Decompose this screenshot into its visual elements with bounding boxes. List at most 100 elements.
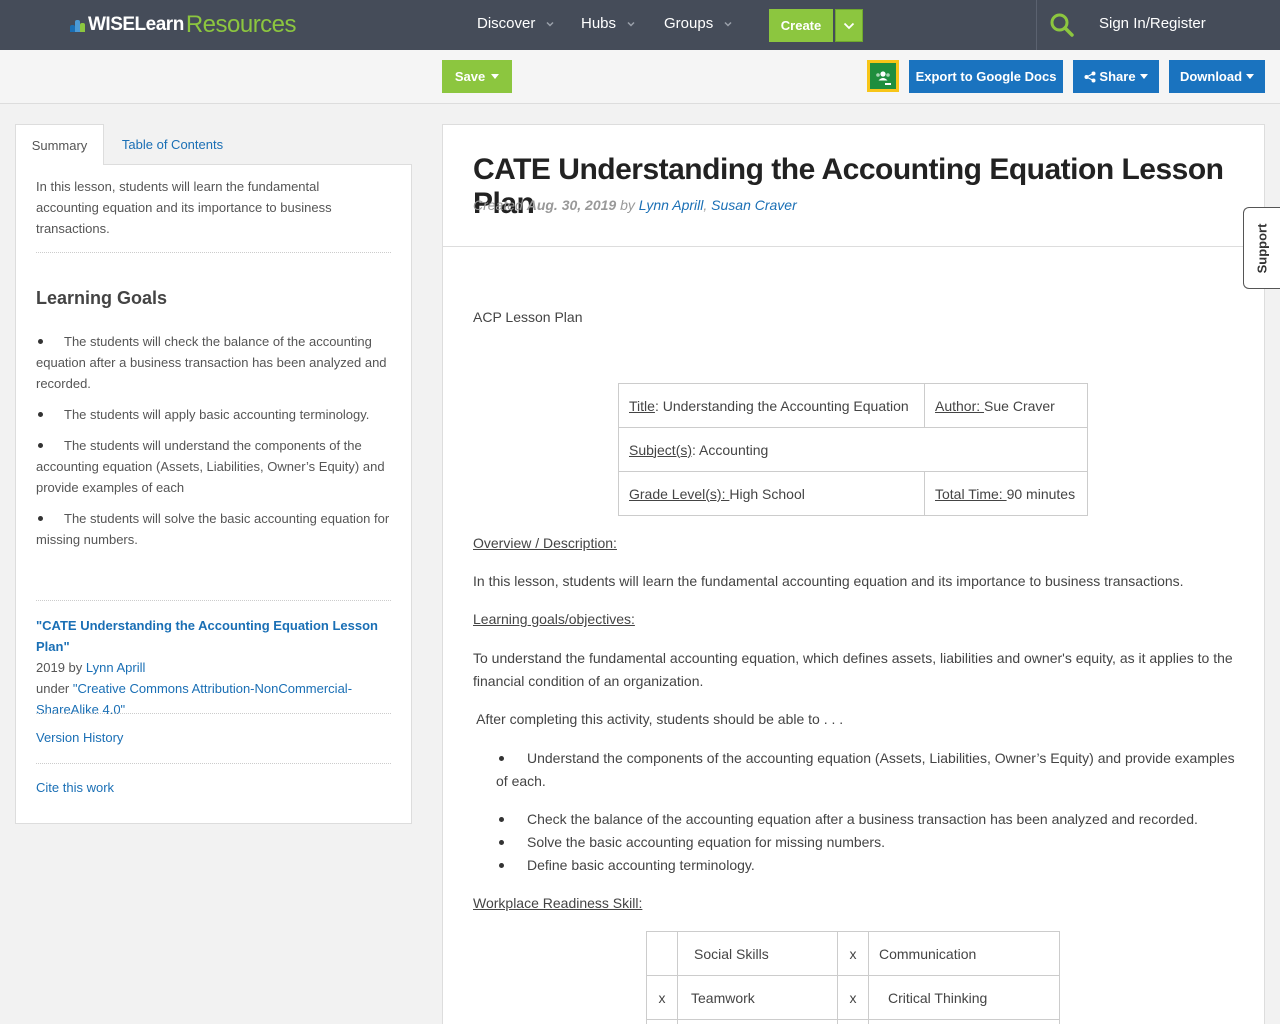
table-row: Grade Level(s): High School Total Time: … (618, 471, 1088, 516)
table-cell (646, 931, 678, 976)
table-cell: x (837, 975, 869, 1020)
goal-text: The students will check the balance of t… (36, 334, 387, 391)
after-text: After completing this activity, students… (473, 711, 844, 727)
author-link[interactable]: Susan Craver (711, 197, 797, 213)
goal-text: The students will apply basic accounting… (64, 407, 370, 422)
attribution-under: under (36, 681, 73, 696)
author-link[interactable]: Lynn Aprill (639, 197, 704, 213)
logo-wiselearn: WISELearn (88, 14, 184, 35)
objective-text: Check the balance of the accounting equa… (527, 811, 1198, 827)
overview-heading: Overview / Description: (473, 535, 617, 551)
nav-divider (1036, 0, 1037, 50)
sidebar-tabs: Summary Table of Contents (15, 124, 412, 165)
license-link[interactable]: "Creative Commons Attribution-NonCommerc… (36, 681, 352, 717)
logo-mark-icon (70, 18, 86, 32)
create-button[interactable]: Create (769, 9, 833, 42)
share-button[interactable]: Share (1073, 60, 1159, 93)
nav-groups[interactable]: Groups (664, 15, 733, 32)
table-cell: Social Skills (677, 931, 838, 976)
subject-value: : Accounting (692, 441, 769, 458)
divider (443, 246, 1264, 247)
bullet-icon (499, 817, 504, 822)
support-tab[interactable]: Support (1243, 207, 1280, 289)
grade-value: High School (729, 485, 805, 502)
tab-table-of-contents[interactable]: Table of Contents (110, 124, 235, 165)
title-value: : Understanding the Accounting Equation (654, 397, 909, 414)
resource-toolbar: Save Export to Google Docs Share Downloa… (0, 50, 1280, 104)
goal-text: The students will understand the compone… (36, 438, 385, 495)
logo-resources: Resources (185, 11, 297, 38)
list-item: Understand the components of the account… (496, 747, 1236, 793)
table-row: x Teamwork x Critical Thinking (646, 975, 1060, 1020)
bullet-icon (499, 863, 504, 868)
title-label: Title (629, 397, 655, 414)
learning-goals-list: The students will check the balance of t… (36, 331, 391, 560)
bullet-icon (38, 516, 43, 521)
lesson-info-table: Title: Understanding the Accounting Equa… (618, 383, 1088, 516)
table-cell: Teamwork (677, 975, 838, 1020)
overview-text: In this lesson, students will learn the … (473, 573, 1184, 589)
signin-link[interactable]: Sign In/Register (1099, 15, 1206, 32)
support-label: Support (1254, 223, 1270, 273)
table-cell (646, 1019, 678, 1024)
divider (36, 252, 391, 253)
cite-work-link[interactable]: Cite this work (36, 780, 114, 795)
objective-text: Define basic accounting terminology. (527, 857, 755, 873)
objectives-list: Understand the components of the account… (496, 747, 1236, 877)
goal-text: The students will solve the basic accoun… (36, 511, 390, 547)
top-navbar: WISELearn Resources Discover Hubs Groups… (0, 0, 1280, 50)
table-cell: Author: Sue Craver (924, 383, 1088, 428)
workplace-heading: Workplace Readiness Skill: (473, 895, 643, 911)
nav-hubs[interactable]: Hubs (581, 15, 636, 32)
goals-text: To understand the fundamental accounting… (473, 650, 1233, 689)
table-row (646, 1019, 1060, 1024)
create-dropdown-button[interactable] (835, 9, 863, 42)
google-classroom-button[interactable] (867, 60, 899, 92)
download-button[interactable]: Download (1169, 60, 1265, 93)
bullet-icon (38, 339, 43, 344)
table-row: Social Skills x Communication (646, 931, 1060, 976)
goals-heading: Learning goals/objectives: (473, 611, 635, 627)
time-value: 90 minutes (1006, 485, 1076, 502)
list-item: The students will understand the compone… (36, 435, 391, 498)
save-label: Save (454, 69, 486, 84)
skills-table: Social Skills x Communication x Teamwork… (646, 931, 1060, 1024)
nav-discover-label: Discover (477, 15, 536, 32)
tab-summary[interactable]: Summary (15, 124, 104, 165)
created-label: Created (473, 197, 523, 213)
nav-discover[interactable]: Discover (477, 15, 555, 32)
attribution-block: "CATE Understanding the Accounting Equat… (36, 615, 391, 720)
nav-hubs-label: Hubs (581, 15, 617, 32)
divider (36, 763, 391, 764)
objective-text: Understand the components of the account… (496, 750, 1235, 789)
chevron-down-icon (546, 21, 554, 27)
by-label: by (620, 197, 635, 213)
google-classroom-icon (870, 63, 896, 89)
objective-text: Solve the basic accounting equation for … (527, 834, 885, 850)
resource-title-link[interactable]: "CATE Understanding the Accounting Equat… (36, 618, 378, 654)
chevron-down-icon (843, 22, 855, 29)
bullet-icon (38, 412, 43, 417)
table-cell: Grade Level(s): High School (618, 471, 925, 516)
table-cell: Total Time: 90 minutes (924, 471, 1088, 516)
export-google-docs-button[interactable]: Export to Google Docs (909, 60, 1063, 93)
caret-down-icon (1246, 74, 1255, 79)
summary-panel: In this lesson, students will learn the … (15, 164, 412, 824)
table-cell: Subject(s): Accounting (618, 427, 1088, 472)
caret-down-icon (1139, 74, 1148, 79)
grade-label: Grade Level(s): (629, 485, 730, 502)
attribution-year: 2019 by (36, 660, 86, 675)
doc-type: ACP Lesson Plan (473, 309, 583, 325)
version-history-link[interactable]: Version History (36, 730, 123, 745)
bullet-icon (38, 443, 43, 448)
list-item: The students will check the balance of t… (36, 331, 391, 394)
author-link[interactable]: Lynn Aprill (86, 660, 146, 675)
learning-goals-heading: Learning Goals (36, 288, 168, 308)
author-value: Sue Craver (984, 397, 1055, 414)
site-logo[interactable]: WISELearn Resources (70, 11, 297, 38)
search-icon[interactable] (1049, 12, 1075, 38)
save-button[interactable]: Save (442, 60, 512, 93)
subject-label: Subject(s) (629, 441, 693, 458)
time-label: Total Time: (935, 485, 1007, 502)
byline: Created Aug. 30, 2019 by Lynn Aprill, Su… (473, 197, 797, 213)
